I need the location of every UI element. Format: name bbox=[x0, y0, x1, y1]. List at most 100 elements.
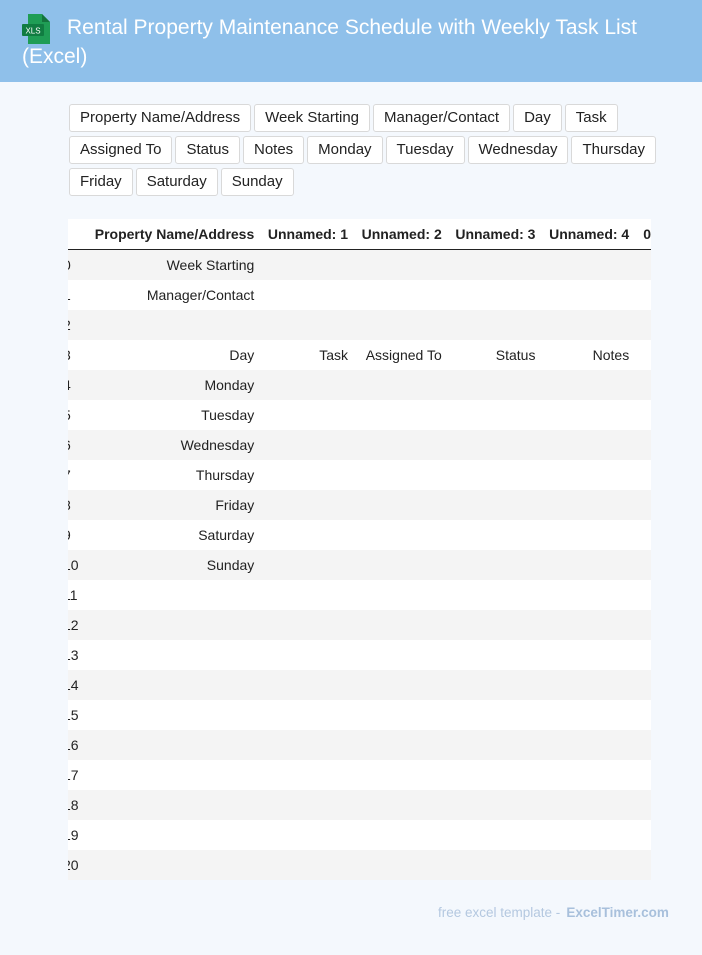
table-cell bbox=[348, 550, 442, 580]
table-cell bbox=[629, 310, 651, 340]
row-index-label: 0 bbox=[68, 257, 71, 273]
table-cell: Monday bbox=[204, 377, 255, 393]
table-cell bbox=[348, 250, 442, 281]
row-index: 18 bbox=[68, 790, 79, 820]
table-cell bbox=[442, 670, 536, 700]
table-cell bbox=[254, 580, 348, 610]
column-chip[interactable]: Wednesday bbox=[467, 136, 569, 164]
column-chip[interactable]: Notes bbox=[242, 136, 305, 164]
column-chip[interactable]: Tuesday bbox=[385, 136, 465, 164]
table-cell bbox=[535, 580, 629, 610]
row-index-label: 9 bbox=[68, 527, 71, 543]
table-cell bbox=[629, 700, 651, 730]
table-cell bbox=[442, 520, 536, 550]
column-chip[interactable]: Week Starting bbox=[254, 104, 371, 132]
table-cell bbox=[535, 490, 629, 520]
table-row: 6 Wednesday bbox=[68, 430, 651, 460]
column-chip[interactable]: Friday bbox=[69, 168, 133, 196]
page-title: Rental Property Maintenance Schedule wit… bbox=[22, 16, 638, 68]
row-index-label: 6 bbox=[68, 437, 71, 453]
table-row: 2 bbox=[68, 310, 651, 340]
row-index: 13 bbox=[68, 640, 79, 670]
table-cell bbox=[535, 730, 629, 760]
table-row: 0 Week Starting bbox=[68, 249, 651, 281]
table-cell bbox=[79, 760, 255, 790]
row-index-label: 19 bbox=[68, 827, 79, 843]
row-index: 12 bbox=[68, 610, 79, 640]
data-table: Property Name/Address Unnamed: 1 Unnamed: … bbox=[68, 219, 651, 880]
row-index: 19 bbox=[68, 820, 79, 850]
table-row: 14 bbox=[68, 670, 651, 700]
table-header-cell: Property Name/Address bbox=[78, 219, 255, 250]
row-index-label: 13 bbox=[68, 647, 79, 663]
column-chip[interactable]: Property Name/Address bbox=[69, 104, 252, 132]
table-cell bbox=[629, 520, 651, 550]
table-cell bbox=[629, 610, 651, 640]
column-chip[interactable]: Thursday bbox=[571, 136, 657, 164]
table-cell bbox=[535, 280, 629, 310]
column-chip[interactable]: Status bbox=[175, 136, 240, 164]
row-index-label: 1 bbox=[68, 287, 71, 303]
table-cell: Sunday bbox=[206, 557, 255, 573]
table-cell bbox=[535, 700, 629, 730]
table-cell bbox=[79, 640, 255, 670]
table-cell bbox=[254, 490, 348, 520]
table-cell: Status bbox=[495, 347, 536, 363]
table-cell bbox=[348, 400, 442, 430]
table-cell bbox=[79, 820, 255, 850]
table-cell bbox=[442, 370, 536, 400]
table-cell bbox=[629, 250, 651, 281]
table-row: 15 bbox=[68, 700, 651, 730]
table-cell: Tuesday bbox=[201, 407, 255, 423]
row-index: 20 bbox=[68, 850, 79, 880]
row-index: 9 bbox=[68, 520, 79, 550]
table-cell bbox=[442, 640, 536, 670]
table-cell bbox=[535, 310, 629, 340]
footer-brand-link[interactable]: ExcelTimer.com bbox=[566, 905, 669, 920]
table-cell bbox=[348, 460, 442, 490]
table-cell bbox=[348, 820, 442, 850]
table-cell bbox=[535, 370, 629, 400]
table-cell bbox=[535, 760, 629, 790]
table-row: 1 Manager/Contact bbox=[68, 280, 651, 310]
table-cell bbox=[254, 280, 348, 310]
column-chip[interactable]: Sunday bbox=[220, 168, 294, 196]
column-chip[interactable]: Day bbox=[513, 104, 562, 132]
table-cell bbox=[79, 610, 255, 640]
table-cell bbox=[254, 550, 348, 580]
column-chip[interactable]: Assigned To bbox=[69, 136, 173, 164]
column-chip[interactable]: Monday bbox=[307, 136, 383, 164]
table-cell bbox=[629, 550, 651, 580]
table-header-cell: Unnamed: 4 bbox=[535, 219, 630, 250]
table-cell bbox=[254, 610, 348, 640]
table-cell bbox=[535, 610, 629, 640]
table-cell bbox=[629, 670, 651, 700]
row-index-label: 11 bbox=[68, 587, 78, 603]
row-index-label: 12 bbox=[68, 617, 79, 633]
page-header: XLS Rental Property Maintenance Schedule… bbox=[0, 0, 702, 82]
table-cell: Saturday bbox=[198, 527, 255, 543]
row-index-label: 14 bbox=[68, 677, 79, 693]
table-cell bbox=[535, 550, 629, 580]
table-cell bbox=[254, 820, 348, 850]
table-row: 12 bbox=[68, 610, 651, 640]
column-chip[interactable]: Task bbox=[564, 104, 618, 132]
table-header-cell: Unnamed: 3 bbox=[441, 219, 536, 250]
table-cell bbox=[348, 430, 442, 460]
table-cell bbox=[254, 430, 348, 460]
table-cell bbox=[442, 280, 536, 310]
row-index: 16 bbox=[68, 730, 79, 760]
table-cell bbox=[442, 820, 536, 850]
row-index: 2 bbox=[68, 310, 79, 340]
row-index-label: 20 bbox=[68, 857, 79, 873]
table-cell bbox=[442, 490, 536, 520]
table-row: 11 bbox=[68, 580, 651, 610]
row-index: 11 bbox=[68, 580, 79, 610]
table-cell bbox=[348, 670, 442, 700]
column-chip[interactable]: Manager/Contact bbox=[373, 104, 511, 132]
table-cell bbox=[629, 730, 651, 760]
table-cell bbox=[629, 580, 651, 610]
column-chip[interactable]: Saturday bbox=[135, 168, 218, 196]
table-cell bbox=[535, 670, 629, 700]
table-cell: Notes bbox=[592, 347, 630, 363]
